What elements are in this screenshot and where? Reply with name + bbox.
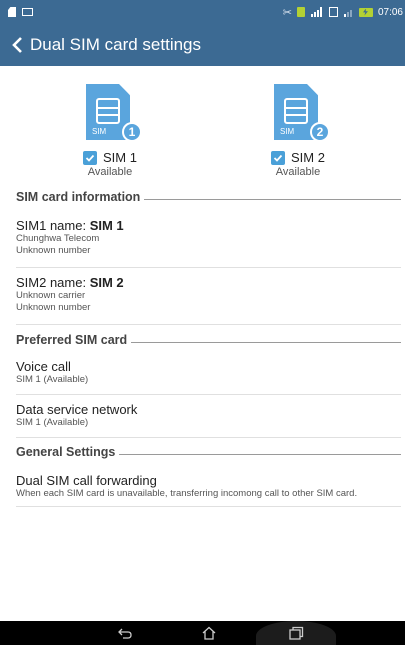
voice-call-item[interactable]: Voice call SIM 1 (Available)	[16, 359, 401, 395]
sim-2-label: SIM 2	[291, 150, 325, 165]
navigation-bar	[0, 621, 405, 645]
home-icon	[202, 626, 216, 640]
signal-icon	[310, 7, 324, 17]
sim-card-2-icon: SIM 2	[274, 84, 330, 144]
battery-charging-icon	[358, 7, 373, 17]
signal-weak-icon	[343, 7, 354, 17]
sim-1-label: SIM 1	[103, 150, 137, 165]
sim-1-checkbox[interactable]	[83, 150, 98, 165]
sd-card-icon	[8, 7, 16, 17]
sim-2-checkbox[interactable]	[271, 150, 286, 165]
settings-content: SIM 1 SIM 1 Available SIM 2 SIM 2 Availa…	[0, 66, 405, 621]
recent-apps-button[interactable]	[281, 621, 311, 645]
back-icon	[118, 628, 132, 639]
page-title: Dual SIM card settings	[30, 35, 202, 54]
mute-icon: ✂	[282, 6, 292, 19]
dual-sim-call-forwarding-item[interactable]: Dual SIM call forwarding When each SIM c…	[16, 473, 401, 507]
sim2-icon	[328, 7, 338, 17]
sim-card-1: SIM 1 SIM 1 Available	[30, 84, 190, 178]
back-arrow-icon[interactable]	[4, 24, 30, 66]
home-button[interactable]	[194, 621, 224, 645]
image-icon	[22, 8, 33, 16]
sim2-name-item[interactable]: SIM2 name: SIM 2 Unknown carrier Unknown…	[16, 275, 401, 325]
sim-card-1-icon: SIM 1	[86, 84, 142, 144]
data-service-network-item[interactable]: Data service network SIM 1 (Available)	[16, 402, 401, 438]
sim1-name-item[interactable]: SIM1 name: SIM 1 Chunghwa Telecom Unknow…	[16, 218, 401, 268]
action-bar: Dual SIM card settings	[0, 24, 405, 66]
sim-2-status: Available	[275, 166, 321, 178]
status-bar: ✂ 07:06	[0, 0, 405, 24]
section-header-general: General Settings	[16, 445, 401, 459]
recent-apps-icon	[289, 626, 304, 640]
back-button[interactable]	[110, 621, 140, 645]
sim-icon	[296, 7, 305, 17]
status-time: 07:06	[377, 6, 403, 18]
sim-1-status: Available	[87, 166, 133, 178]
section-header-sim-info: SIM card information	[16, 190, 401, 204]
section-header-preferred: Preferred SIM card	[16, 333, 401, 347]
sim-card-2: SIM 2 SIM 2 Available	[218, 84, 378, 178]
